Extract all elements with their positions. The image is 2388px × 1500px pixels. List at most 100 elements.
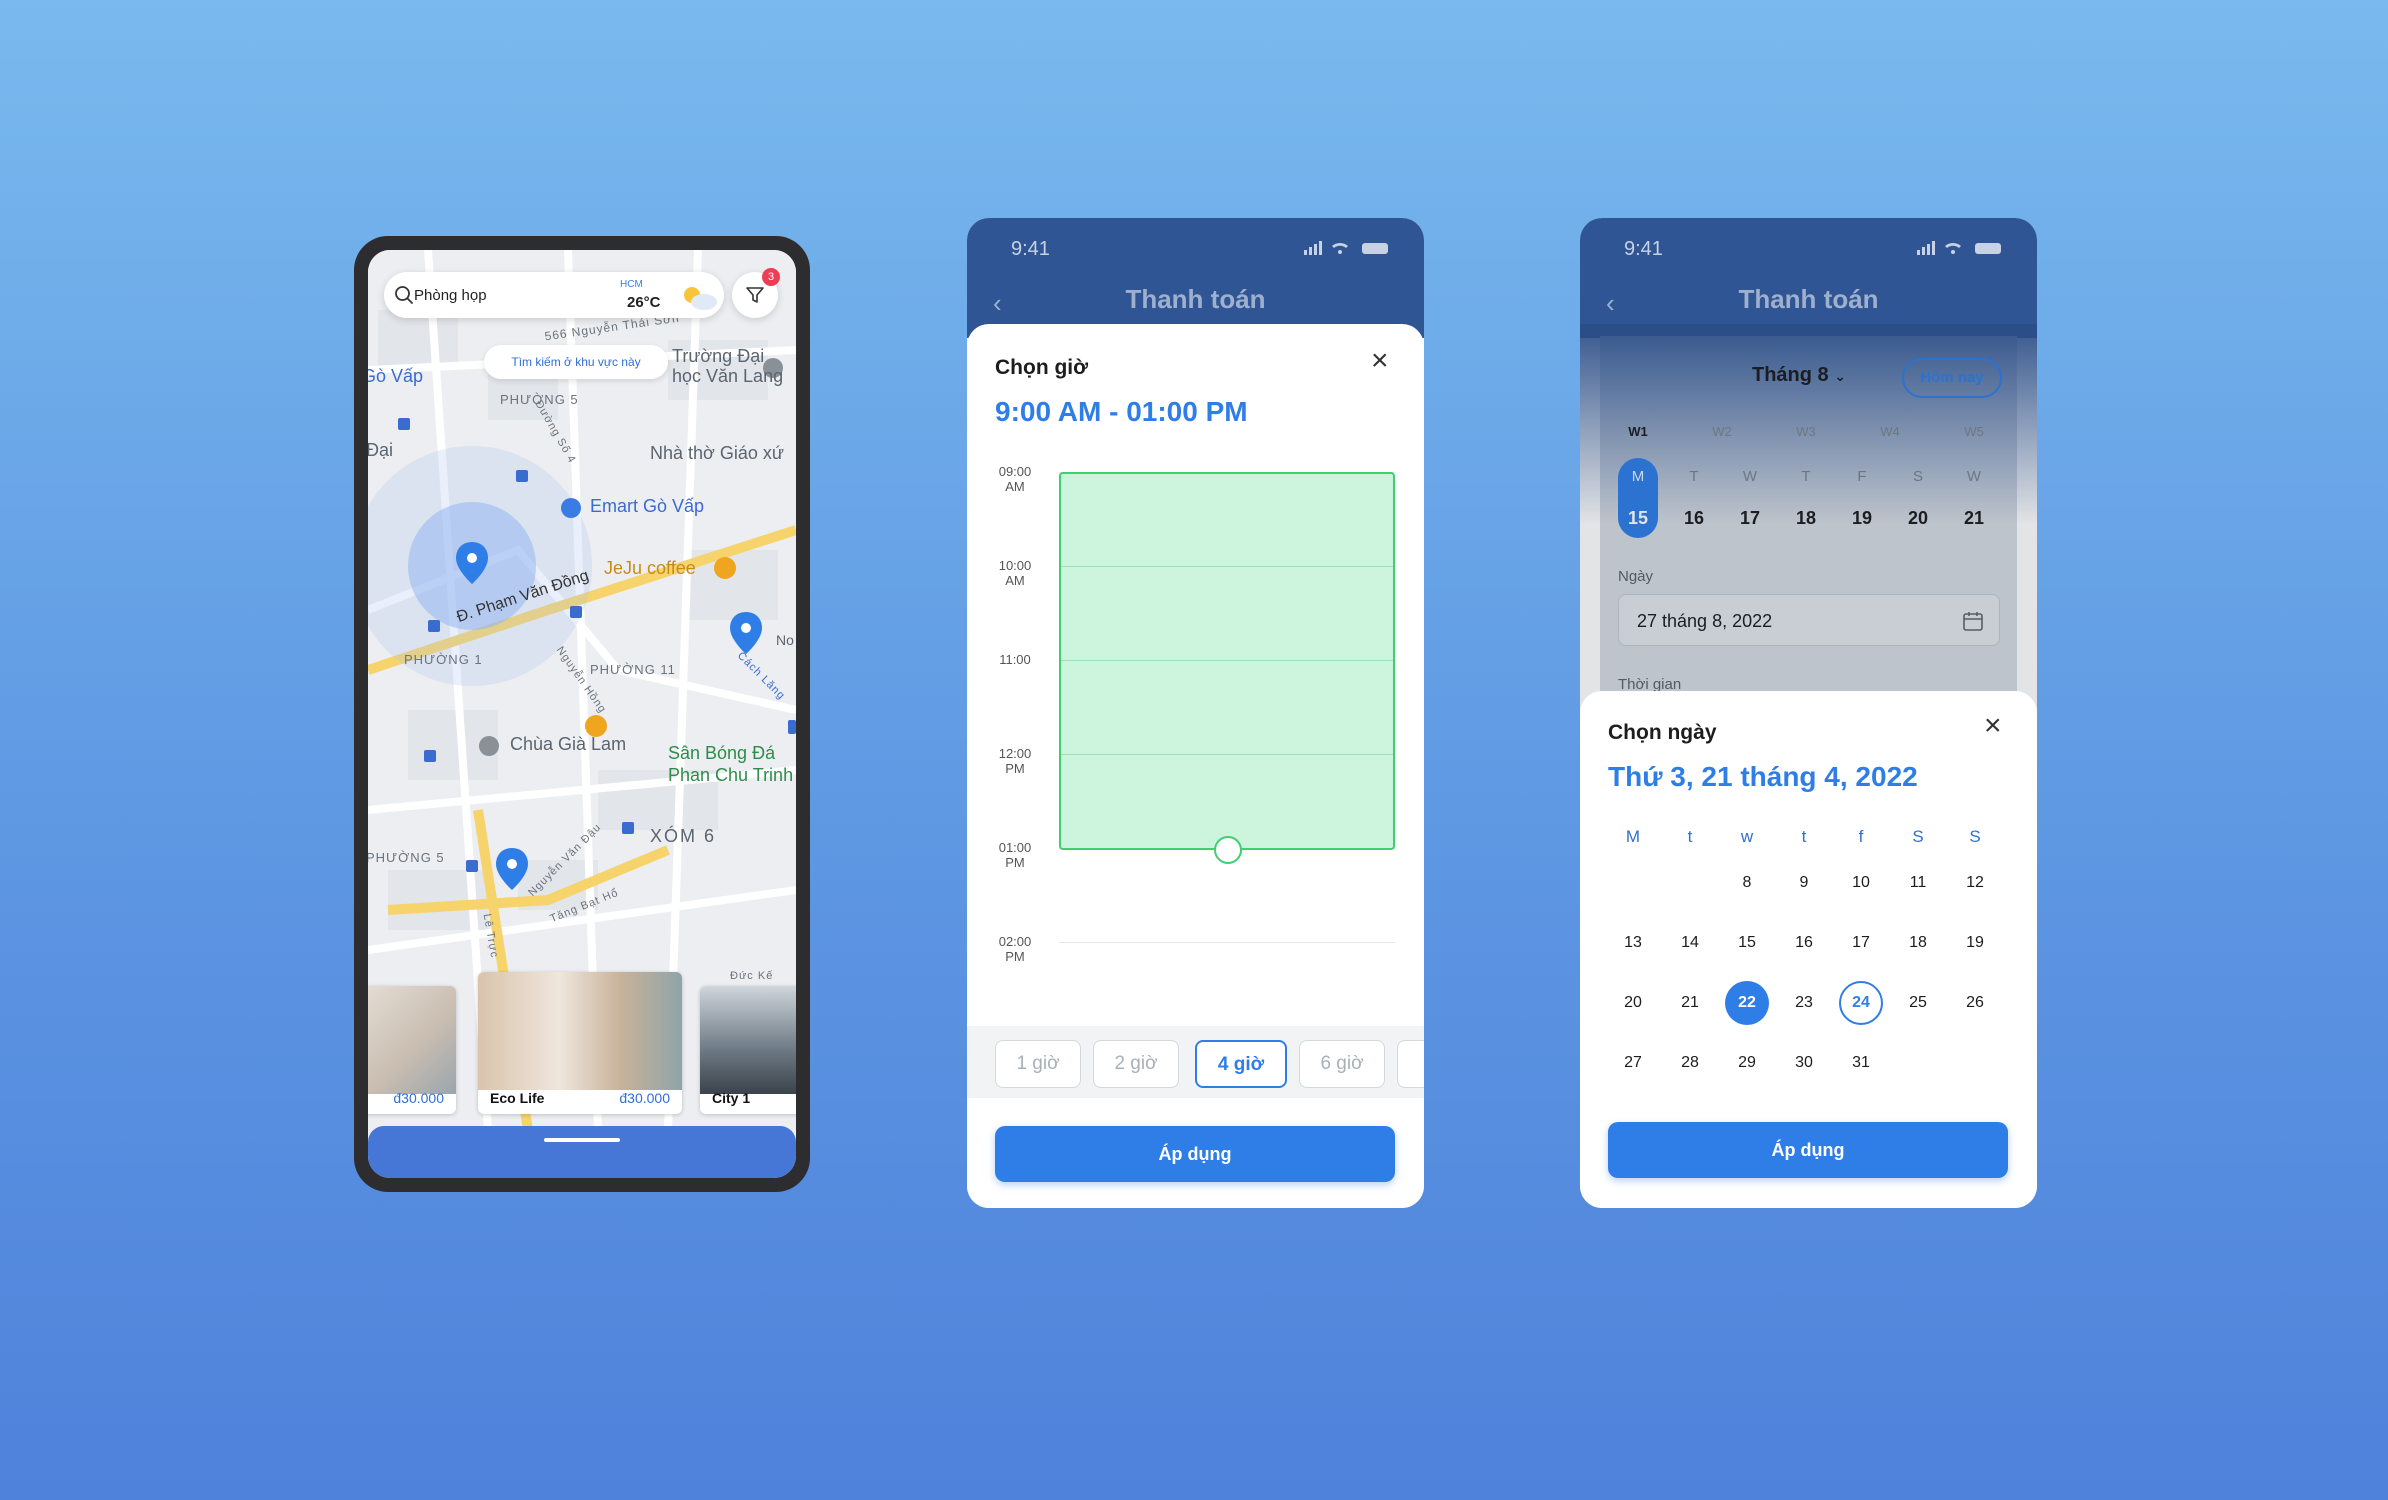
- hour-label: 10:00 AM: [998, 558, 1032, 588]
- map-label: Gò Vấp: [368, 366, 424, 386]
- sheet-title: Chọn ngày: [1608, 721, 1717, 744]
- hour-label: 09:00 AM: [998, 464, 1032, 494]
- sheet-handle[interactable]: [544, 1138, 620, 1142]
- room-image: [368, 986, 456, 1094]
- hour-gridline: [1059, 942, 1395, 943]
- resize-handle[interactable]: [1214, 836, 1242, 864]
- app-header: 9:41 ‹ Thanh toán: [967, 218, 1424, 338]
- map-label: Sân Bóng Đá Phan Chu Trinh: [668, 743, 794, 785]
- calendar-day[interactable]: 12: [1953, 861, 1997, 905]
- status-icons: [1917, 241, 2001, 255]
- calendar-day[interactable]: 19: [1953, 921, 1997, 965]
- date-phone: 9:41 ‹ Thanh toán Tháng 8 ⌄ Hôm nay W1 W…: [1580, 218, 2037, 1208]
- map-label: Trường Đại học Văn Lang: [672, 346, 784, 386]
- calendar-day[interactable]: 16: [1782, 921, 1826, 965]
- filter-icon: [746, 287, 764, 303]
- room-card[interactable]: đ30.000: [368, 986, 456, 1114]
- calendar-weekday-header: S: [1969, 827, 1981, 846]
- map-label: Đức Kế: [730, 970, 774, 982]
- duration-chip[interactable]: 1 giờ: [995, 1040, 1081, 1088]
- search-query: Phòng họp: [414, 287, 487, 304]
- hour-label: 02:00 PM: [998, 934, 1032, 964]
- map-label: PHƯỜNG 11: [590, 662, 676, 677]
- calendar-weekday-header: w: [1740, 827, 1754, 846]
- map-label: PHƯỜNG 1: [404, 652, 483, 667]
- calendar-weekday-header: t: [1801, 827, 1807, 846]
- duration-chip[interactable]: 6 giờ: [1299, 1040, 1385, 1088]
- map-label: No: [776, 632, 794, 648]
- filter-button[interactable]: 3: [732, 268, 780, 318]
- location-city: HCM: [620, 279, 643, 290]
- selected-date: Thứ 3, 21 tháng 4, 2022: [1608, 761, 1918, 792]
- map-label: Emart Gò Vấp: [590, 496, 705, 516]
- hour-label: 12:00 PM: [998, 746, 1032, 776]
- hour-label: 01:00 PM: [998, 840, 1032, 870]
- calendar-day[interactable]: 26: [1953, 981, 1997, 1025]
- calendar-day-today[interactable]: 24: [1839, 981, 1883, 1025]
- calendar-day[interactable]: 13: [1611, 921, 1655, 965]
- filter-count-badge: 3: [762, 268, 780, 286]
- weather-icon: [684, 287, 717, 310]
- calendar-weekday-header: f: [1858, 827, 1864, 846]
- apply-button[interactable]: Áp dụng: [995, 1126, 1395, 1182]
- calendar-day[interactable]: 28: [1668, 1041, 1712, 1085]
- calendar-day[interactable]: 14: [1668, 921, 1712, 965]
- search-bar[interactable]: Phòng họp HCM 26°C: [384, 272, 724, 318]
- map-label: JeJu coffee: [604, 558, 696, 578]
- calendar-day[interactable]: 29: [1725, 1041, 1769, 1085]
- duration-chips: 1 giờ 2 giờ 4 giờ 6 giờ: [967, 1026, 1424, 1098]
- duration-chip[interactable]: 2 giờ: [1093, 1040, 1179, 1088]
- calendar-day[interactable]: 23: [1782, 981, 1826, 1025]
- status-time: 9:41: [1011, 238, 1050, 260]
- calendar-day[interactable]: 17: [1839, 921, 1883, 965]
- map-label: Đại: [368, 440, 394, 460]
- room-price: đ30.000: [393, 1090, 444, 1106]
- calendar-weekday-header: S: [1912, 827, 1924, 846]
- app-header: 9:41 ‹ Thanh toán: [1580, 218, 2037, 338]
- calendar-weekday-header: t: [1687, 827, 1693, 846]
- calendar-day[interactable]: 10: [1839, 861, 1883, 905]
- search-area-button[interactable]: Tìm kiếm ở khu vực này: [484, 345, 668, 379]
- duration-chip[interactable]: [1397, 1040, 1424, 1088]
- calendar-day[interactable]: 8: [1725, 861, 1769, 905]
- map-label: XÓM 6: [650, 826, 717, 846]
- hour-label: 11:00: [999, 652, 1031, 667]
- room-image: [478, 972, 682, 1090]
- header-title: Thanh toán: [1738, 284, 1879, 314]
- calendar-day[interactable]: 25: [1896, 981, 1940, 1025]
- room-price: đ30.000: [619, 1090, 670, 1106]
- calendar-day[interactable]: 11: [1896, 861, 1940, 905]
- duration-chip-selected[interactable]: 4 giờ: [1195, 1040, 1287, 1088]
- calendar-day[interactable]: 21: [1668, 981, 1712, 1025]
- temperature: 26°C: [627, 294, 661, 311]
- room-image: [700, 986, 796, 1094]
- calendar-day[interactable]: 30: [1782, 1041, 1826, 1085]
- calendar-day[interactable]: 18: [1896, 921, 1940, 965]
- room-card[interactable]: Eco Life đ30.000: [478, 972, 682, 1114]
- calendar-day[interactable]: 27: [1611, 1041, 1655, 1085]
- calendar-day-selected[interactable]: 22: [1725, 981, 1769, 1025]
- selected-time-range: 9:00 AM - 01:00 PM: [995, 396, 1248, 427]
- room-card[interactable]: City 1: [700, 986, 796, 1114]
- status-icons: [1304, 241, 1388, 255]
- sheet-title: Chọn giờ: [995, 356, 1089, 379]
- room-name: Eco Life: [490, 1090, 545, 1106]
- map-label: Chùa Già Lam: [510, 734, 627, 754]
- status-time: 9:41: [1624, 238, 1663, 260]
- map-label: Nhà thờ Giáo xứ: [650, 443, 784, 463]
- calendar-day[interactable]: 31: [1839, 1041, 1883, 1085]
- close-icon[interactable]: ×: [1371, 344, 1389, 378]
- search-icon: [395, 286, 413, 304]
- apply-button[interactable]: Áp dụng: [1608, 1122, 2008, 1178]
- calendar-day[interactable]: 15: [1725, 921, 1769, 965]
- time-phone: 9:41 ‹ Thanh toán Chọn giờ × 9:00 AM - 0…: [967, 218, 1424, 1208]
- room-name: City 1: [712, 1090, 751, 1106]
- close-icon[interactable]: ×: [1984, 709, 2002, 743]
- selected-time-block[interactable]: [1059, 472, 1395, 850]
- calendar-day[interactable]: 9: [1782, 861, 1826, 905]
- bottom-sheet[interactable]: [368, 1126, 796, 1178]
- map-screen: 566 Nguyễn Thái Sơn Trường Đại học Văn L…: [368, 250, 796, 1178]
- header-title: Thanh toán: [1125, 284, 1266, 314]
- calendar-day[interactable]: 20: [1611, 981, 1655, 1025]
- calendar-weekday-header: M: [1625, 827, 1641, 846]
